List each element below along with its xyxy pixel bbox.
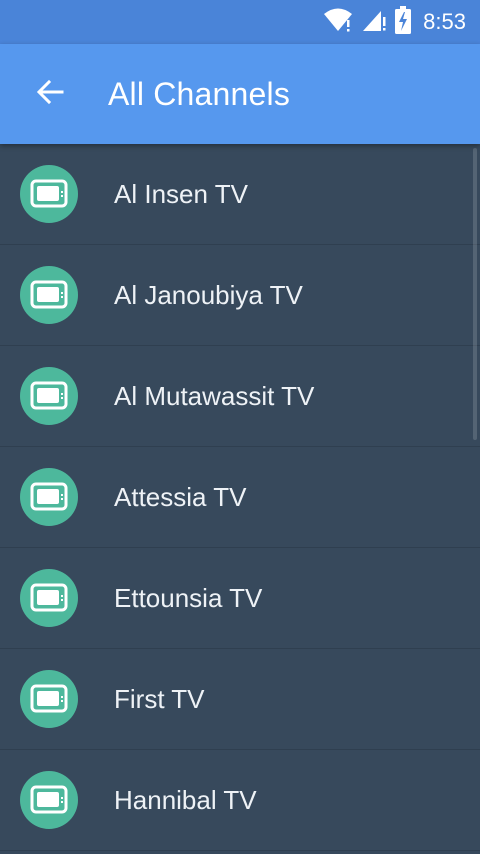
tv-icon	[20, 367, 78, 425]
channel-label: Al Mutawassit TV	[114, 380, 315, 411]
tv-icon	[20, 468, 78, 526]
channel-item[interactable]: First TV	[0, 649, 480, 750]
arrow-left-icon	[35, 77, 65, 112]
channel-item[interactable]: Al Janoubiya TV	[0, 245, 480, 346]
back-button[interactable]	[24, 70, 76, 118]
channel-label: Al Insen TV	[114, 178, 248, 209]
channel-item[interactable]: Hannibal TV	[0, 750, 480, 851]
battery-charging-icon	[395, 5, 412, 39]
status-icons: 8:53	[323, 0, 466, 44]
page-title: All Channels	[108, 76, 291, 112]
channel-item[interactable]: Attessia TV	[0, 447, 480, 548]
app-bar: All Channels	[0, 44, 480, 144]
channel-item[interactable]: Ettounsia TV	[0, 548, 480, 649]
channel-item[interactable]: Al Mutawassit TV	[0, 346, 480, 447]
channel-label: Attessia TV	[114, 481, 247, 512]
channel-label: Ettounsia TV	[114, 582, 263, 613]
channel-list[interactable]: Al Insen TV Al Janoubiya TV Al Mutawassi…	[0, 144, 480, 854]
tv-icon	[20, 569, 78, 627]
tv-icon	[20, 266, 78, 324]
tv-icon	[20, 165, 78, 223]
status-time: 8:53	[423, 9, 466, 34]
status-bar: 8:53	[0, 0, 480, 44]
scrollbar[interactable]	[473, 148, 477, 440]
channel-label: First TV	[114, 683, 205, 714]
tv-icon	[20, 771, 78, 829]
channel-label: Al Janoubiya TV	[114, 279, 303, 310]
tv-icon	[20, 670, 78, 728]
channel-item[interactable]: Al Insen TV	[0, 144, 480, 245]
wifi-icon	[323, 7, 353, 38]
cell-signal-icon	[361, 7, 387, 38]
channel-label: Hannibal TV	[114, 784, 257, 815]
